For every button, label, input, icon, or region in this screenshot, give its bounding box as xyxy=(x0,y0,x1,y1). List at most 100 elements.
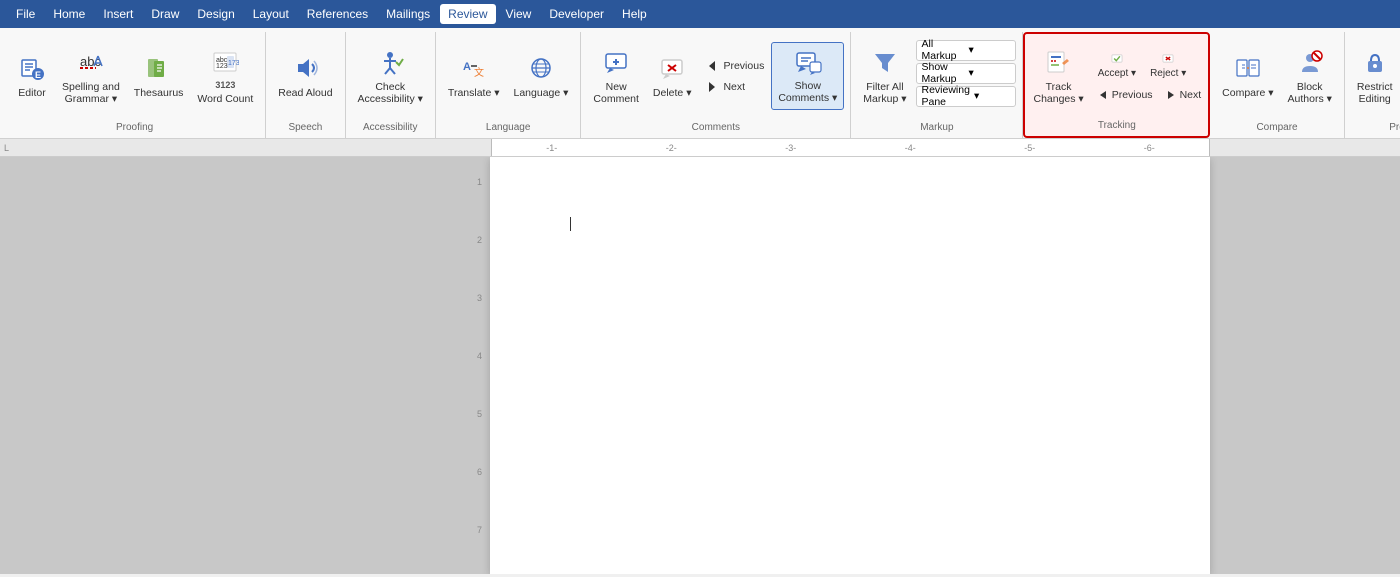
group-tracking: TrackChanges ▾ Accept ▾ xyxy=(1023,32,1210,138)
next-comment-button[interactable]: Next xyxy=(699,77,769,97)
margin-num-2: 2 xyxy=(477,235,482,245)
filter-all-markup-button[interactable]: Filter AllMarkup ▾ xyxy=(857,42,912,110)
svg-text:文: 文 xyxy=(474,66,484,79)
markup-group-label: Markup xyxy=(920,118,953,136)
editor-button[interactable]: E Editor xyxy=(10,42,54,110)
new-comment-button[interactable]: NewComment xyxy=(587,42,645,110)
left-margin: 1 2 3 4 5 6 7 xyxy=(0,157,490,574)
right-margin xyxy=(1210,157,1400,574)
speech-buttons: Read Aloud xyxy=(272,34,338,118)
margin-num-7: 7 xyxy=(477,525,482,535)
accept-reject-row: Accept ▾ Reject ▾ xyxy=(1092,48,1206,84)
spelling-label: Spelling andGrammar ▾ xyxy=(62,81,120,106)
menu-view[interactable]: View xyxy=(498,4,540,24)
doc-area: 1 2 3 4 5 6 7 xyxy=(0,157,1400,574)
block-authors-icon xyxy=(1294,46,1326,78)
compare-button[interactable]: Compare ▾ xyxy=(1216,42,1279,110)
compare-group-label: Compare xyxy=(1256,118,1297,136)
show-markup-arrow: ▾ xyxy=(968,67,1011,79)
next-comment-icon xyxy=(704,79,720,95)
margin-numbers: 1 2 3 4 5 6 7 xyxy=(477,177,482,535)
delete-button[interactable]: Delete ▾ xyxy=(647,42,698,110)
editor-label: Editor xyxy=(18,87,45,100)
menu-file[interactable]: File xyxy=(8,4,43,24)
svg-text:173: 173 xyxy=(228,60,239,67)
group-speech: Read Aloud Speech xyxy=(266,32,345,138)
show-comments-label: ShowComments ▾ xyxy=(778,80,837,105)
group-language: A 文 Translate ▾ xyxy=(436,32,581,138)
language-buttons: A 文 Translate ▾ xyxy=(442,34,574,118)
menu-draw[interactable]: Draw xyxy=(143,4,187,24)
translate-label: Translate ▾ xyxy=(448,87,500,100)
restrict-editing-button[interactable]: RestrictEditing xyxy=(1351,42,1399,110)
group-accessibility: CheckAccessibility ▾ Accessibility xyxy=(346,32,436,138)
filter-markup-icon xyxy=(869,46,901,78)
all-markup-label: All Markup xyxy=(921,38,964,62)
read-aloud-icon xyxy=(289,52,321,84)
all-markup-select[interactable]: All Markup ▾ xyxy=(916,40,1016,61)
all-markup-arrow: ▾ xyxy=(968,44,1011,56)
comments-group-label: Comments xyxy=(692,118,740,136)
previous-change-button[interactable]: Previous xyxy=(1092,85,1158,105)
accessibility-buttons: CheckAccessibility ▾ xyxy=(352,34,429,118)
reviewing-pane-select[interactable]: Reviewing Pane ▾ xyxy=(916,86,1016,107)
previous-comment-button[interactable]: Previous xyxy=(699,56,769,76)
next-change-button[interactable]: Next xyxy=(1160,85,1207,105)
margin-num-5: 5 xyxy=(477,409,482,419)
compare-buttons: Compare ▾ BlockAuthors ▾ xyxy=(1216,34,1338,118)
read-aloud-label: Read Aloud xyxy=(278,87,332,100)
filter-all-markup-label: Filter AllMarkup ▾ xyxy=(863,81,906,106)
show-comments-icon xyxy=(792,47,824,77)
reject-label: Reject ▾ xyxy=(1150,68,1186,80)
word-count-button[interactable]: abc 123 173 3123 Word Count xyxy=(191,42,259,110)
menu-layout[interactable]: Layout xyxy=(245,4,297,24)
thesaurus-label: Thesaurus xyxy=(134,87,184,100)
check-accessibility-button[interactable]: CheckAccessibility ▾ xyxy=(352,42,429,110)
reviewing-pane-arrow: ▾ xyxy=(974,90,1012,102)
reject-button[interactable]: Reject ▾ xyxy=(1144,48,1192,84)
prev-next-comment-col: Previous Next xyxy=(699,56,769,97)
accept-reject-col: Accept ▾ Reject ▾ xyxy=(1092,48,1206,105)
read-aloud-button[interactable]: Read Aloud xyxy=(272,42,338,110)
group-markup: Filter AllMarkup ▾ All Markup ▾ Show Mar… xyxy=(851,32,1023,138)
language-button[interactable]: Language ▾ xyxy=(508,42,575,110)
restrict-editing-label: RestrictEditing xyxy=(1357,81,1393,106)
compare-label: Compare ▾ xyxy=(1222,87,1273,100)
menu-help[interactable]: Help xyxy=(614,4,655,24)
show-markup-select[interactable]: Show Markup ▾ xyxy=(916,63,1016,84)
group-proofing: E Editor abc Spelling xyxy=(4,32,266,138)
new-comment-icon xyxy=(600,46,632,78)
ribbon-content: E Editor abc Spelling xyxy=(0,28,1400,138)
menu-developer[interactable]: Developer xyxy=(541,4,612,24)
menu-references[interactable]: References xyxy=(299,4,376,24)
prev-change-icon xyxy=(1097,89,1109,101)
thesaurus-button[interactable]: Thesaurus xyxy=(128,42,190,110)
menu-design[interactable]: Design xyxy=(189,4,242,24)
menu-insert[interactable]: Insert xyxy=(95,4,141,24)
compare-icon xyxy=(1232,52,1264,84)
proofing-buttons: E Editor abc Spelling xyxy=(10,34,259,118)
block-authors-button[interactable]: BlockAuthors ▾ xyxy=(1282,42,1338,110)
previous-comment-label: Previous xyxy=(723,60,764,72)
track-changes-button[interactable]: TrackChanges ▾ xyxy=(1027,42,1089,110)
tracking-group-label: Tracking xyxy=(1098,116,1136,134)
accept-icon xyxy=(1108,52,1126,65)
language-label: Language ▾ xyxy=(514,87,569,100)
ribbon: E Editor abc Spelling xyxy=(0,28,1400,139)
menu-mailings[interactable]: Mailings xyxy=(378,4,438,24)
accept-button[interactable]: Accept ▾ xyxy=(1092,48,1142,84)
delete-label: Delete ▾ xyxy=(653,87,692,100)
delete-icon xyxy=(656,52,688,84)
ruler-inner: -1--2--3--4--5--6- xyxy=(491,139,1210,156)
language-icon xyxy=(525,52,557,84)
previous-comment-icon xyxy=(704,58,720,74)
reviewing-pane-label: Reviewing Pane xyxy=(921,84,969,108)
document-page[interactable] xyxy=(490,157,1210,574)
spelling-grammar-button[interactable]: abc Spelling andGrammar ▾ xyxy=(56,42,126,110)
new-comment-label: NewComment xyxy=(593,81,639,106)
protect-buttons: RestrictEditing Hide Ink ▾ xyxy=(1351,34,1400,118)
menu-review[interactable]: Review xyxy=(440,4,495,24)
menu-home[interactable]: Home xyxy=(45,4,93,24)
show-comments-button[interactable]: ShowComments ▾ xyxy=(771,42,844,110)
translate-button[interactable]: A 文 Translate ▾ xyxy=(442,42,506,110)
